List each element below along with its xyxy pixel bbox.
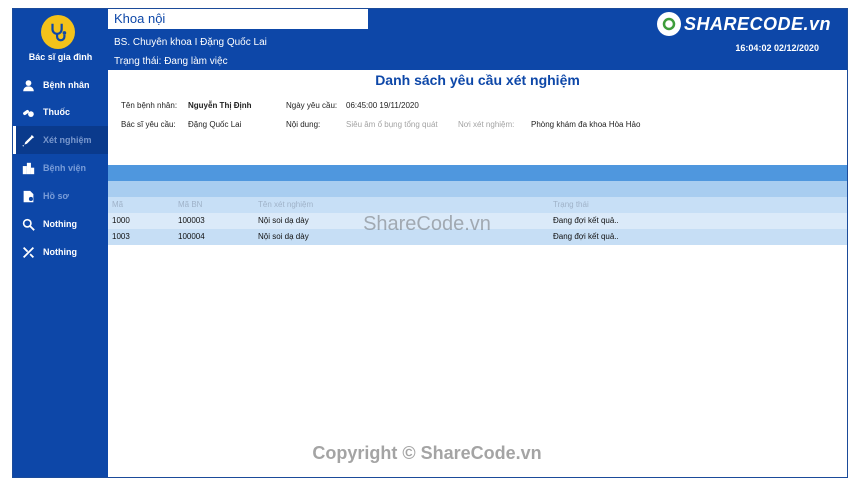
syringe-icon <box>13 134 43 147</box>
sidebar-item-medicine[interactable]: Thuốc <box>13 98 108 126</box>
doctor-label: Bác sĩ yêu cầu: <box>121 120 176 129</box>
app-window: Bác sĩ gia đình Bệnh nhân Thuốc Xét nghi… <box>12 8 848 478</box>
sidebar-item-label: Xét nghiệm <box>43 135 92 145</box>
copyright-watermark: Copyright © ShareCode.vn <box>312 443 542 463</box>
sidebar: Bác sĩ gia đình Bệnh nhân Thuốc Xét nghi… <box>13 9 108 477</box>
sidebar-item-label: Nothing <box>43 247 77 257</box>
pills-icon <box>13 106 43 119</box>
doctor-name: BS. Chuyên khoa I Đặng Quốc Lai <box>114 37 267 48</box>
table-header-bar <box>108 165 847 181</box>
tools-icon <box>13 246 43 259</box>
sidebar-item-nothing-2[interactable]: Nothing <box>13 238 108 266</box>
place-label: Nơi xét nghiệm: <box>458 120 515 129</box>
patient-label: Tên bệnh nhân: <box>121 101 178 110</box>
clock: 16:04:02 02/12/2020 <box>735 43 819 53</box>
recycle-logo-icon <box>656 12 681 36</box>
file-icon <box>13 190 43 203</box>
doctor-value: Đặng Quốc Lai <box>188 120 242 129</box>
column-header[interactable]: Trạng thái <box>553 197 589 213</box>
page-title: Danh sách yêu cầu xét nghiệm <box>375 72 580 88</box>
patient-value: Nguyễn Thị Định <box>188 101 252 110</box>
hospital-icon <box>13 162 43 175</box>
brand-logo: SHARECODE.vn <box>656 12 831 36</box>
table-header-row <box>108 181 847 197</box>
sidebar-item-label: Bệnh nhân <box>43 80 90 90</box>
sidebar-item-tests[interactable]: Xét nghiệm <box>13 126 108 154</box>
date-value: 06:45:00 19/11/2020 <box>346 101 419 110</box>
brand-text: SHARECODE.vn <box>683 13 831 34</box>
stethoscope-logo-icon <box>41 15 75 49</box>
sidebar-item-label: Bệnh viện <box>43 163 87 173</box>
work-status: Trạng thái: Đang làm việc <box>114 56 228 67</box>
sidebar-item-patients[interactable]: Bệnh nhân <box>13 71 108 99</box>
column-header[interactable]: Mã <box>112 197 123 213</box>
sidebar-item-label: Thuốc <box>43 107 70 117</box>
sidebar-item-records[interactable]: Hồ sơ <box>13 182 108 210</box>
sidebar-item-label: Hồ sơ <box>43 191 69 201</box>
user-icon <box>13 79 43 92</box>
column-header[interactable]: Mã BN <box>178 197 202 213</box>
app-name: Bác sĩ gia đình <box>28 52 93 62</box>
watermark: ShareCode.vn <box>363 213 491 235</box>
content-value: Siêu âm ổ bụng tổng quát <box>346 120 438 129</box>
column-header[interactable]: Tên xét nghiệm <box>258 197 313 213</box>
content-label: Nội dung: <box>286 120 321 129</box>
sidebar-item-hospital[interactable]: Bệnh viện <box>13 154 108 182</box>
date-label: Ngày yêu cầu: <box>286 101 338 110</box>
table-header: Mã Mã BN Tên xét nghiệm Trạng thái <box>108 197 847 213</box>
department-title: Khoa nội <box>108 9 368 29</box>
header-bar: Khoa nội BS. Chuyên khoa I Đặng Quốc Lai… <box>108 9 847 70</box>
place-value: Phòng khám đa khoa Hòa Hảo <box>531 120 641 129</box>
active-indicator <box>13 126 16 154</box>
